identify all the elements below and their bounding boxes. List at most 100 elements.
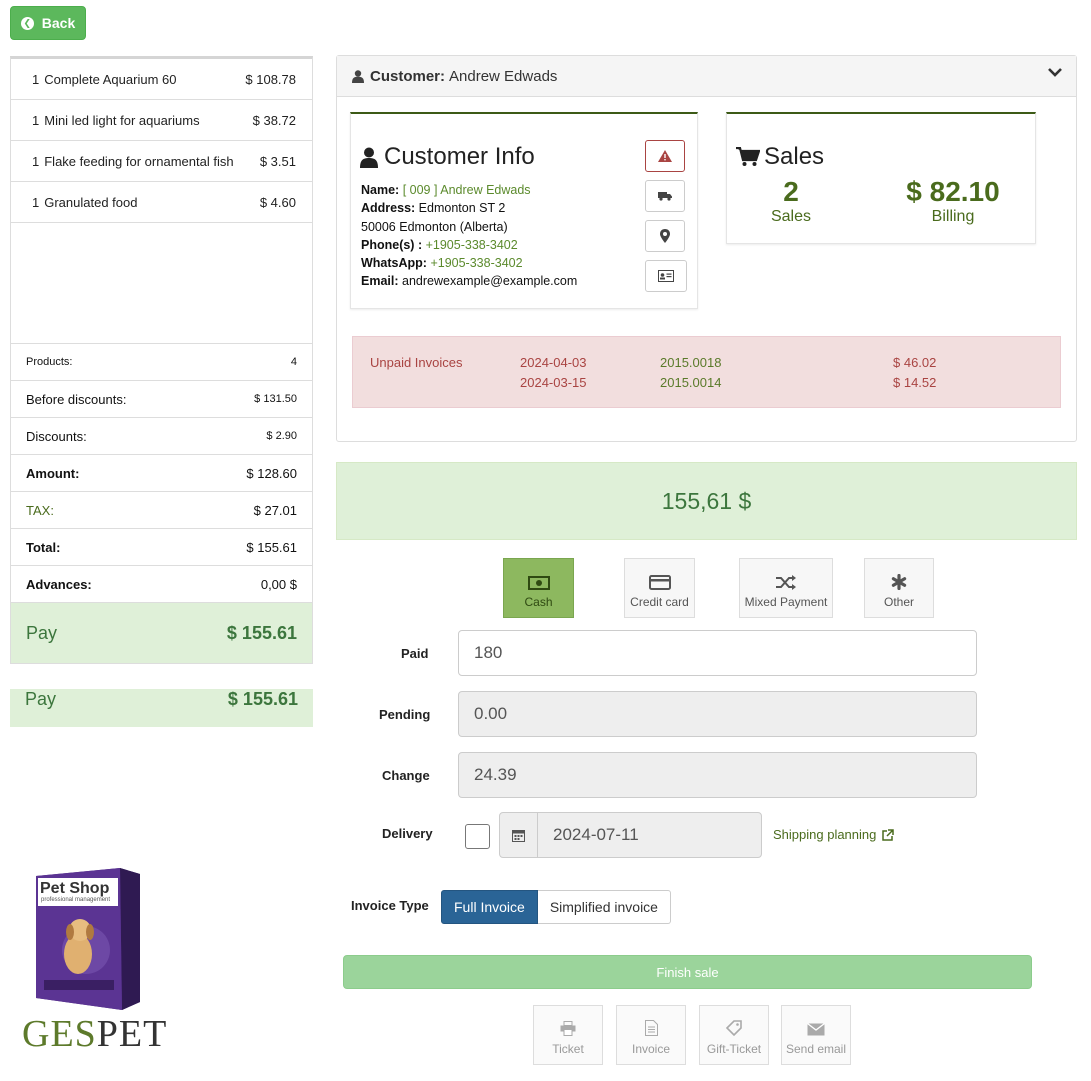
item-qty: 1 — [32, 71, 40, 87]
paid-input[interactable]: 180 — [458, 630, 977, 676]
shuffle-icon — [776, 575, 796, 590]
asterisk-icon — [891, 574, 907, 590]
item-qty: 1 — [32, 153, 40, 169]
invoice-date: 2024-04-03 — [520, 355, 587, 370]
customer-header-label: Customer: — [370, 67, 446, 85]
delivery-date-field[interactable]: 2024-07-11 — [499, 812, 762, 858]
before-discounts-row: Before discounts: $ 131.50 — [11, 381, 312, 418]
pay-row: Pay $ 155.61 — [11, 603, 312, 663]
delivery-button[interactable] — [645, 180, 685, 212]
invoice-date: 2024-03-15 — [520, 375, 587, 390]
discounts-label: Discounts: — [26, 428, 87, 444]
item-qty: 1 — [32, 112, 40, 128]
cart-item[interactable]: 1 Mini led light for aquariums $ 38.72 — [11, 100, 312, 141]
ticket-button[interactable]: Ticket — [533, 1005, 603, 1065]
id-card-button[interactable] — [645, 260, 687, 292]
advances-row: Advances: 0,00 $ — [11, 566, 312, 603]
phone-link[interactable]: +1905-338-3402 — [426, 238, 518, 252]
back-button[interactable]: ❮ Back — [10, 6, 86, 40]
change-label: Change — [382, 768, 430, 783]
customer-info-title: Customer Info — [360, 143, 535, 171]
invoice-type-label: Invoice Type — [351, 898, 429, 913]
sales-count: 2 — [783, 176, 799, 207]
cash-icon — [527, 576, 550, 590]
tax-value: $ 27.01 — [253, 502, 297, 518]
user-icon — [360, 147, 378, 168]
invoice-amount: $ 14.52 — [893, 375, 937, 390]
tax-row: TAX: $ 27.01 — [11, 492, 312, 529]
item-name: Complete Aquarium 60 — [44, 71, 177, 87]
tag-icon — [726, 1020, 742, 1036]
calendar-icon — [500, 813, 538, 857]
change-field: 24.39 — [458, 752, 977, 798]
chevron-left-icon: ❮ — [20, 16, 34, 30]
pay-row-sticky: Pay $ 155.61 — [10, 689, 313, 727]
invoice-type-toggle: Full Invoice Simplified invoice — [441, 890, 671, 924]
amount-row: Amount: $ 128.60 — [11, 455, 312, 492]
invoice-number[interactable]: 2015.0014 — [660, 375, 721, 390]
payment-method-mixed[interactable]: Mixed Payment — [739, 558, 833, 618]
shipping-planning-link[interactable]: Shipping planning — [773, 827, 895, 842]
tax-label: TAX: — [26, 502, 54, 518]
discounts-row: Discounts: $ 2.90 — [11, 418, 312, 455]
customer-name-link[interactable]: [ 009 ] Andrew Edwads — [403, 183, 531, 197]
envelope-icon — [807, 1023, 825, 1036]
pay-label: Pay — [26, 622, 58, 643]
item-name: Flake feeding for ornamental fish — [44, 153, 234, 169]
total-value: $ 155.61 — [246, 539, 297, 555]
printer-icon — [560, 1021, 576, 1036]
cart-items-list: 1 Complete Aquarium 60 $ 108.78 1 Mini led… — [10, 56, 313, 344]
paid-label: Paid — [401, 646, 429, 661]
amount-value: $ 128.60 — [246, 465, 297, 481]
delivery-date-value: 2024-07-11 — [553, 825, 639, 844]
sales-title: Sales — [736, 143, 824, 171]
payment-method-credit-card[interactable]: Credit card — [624, 558, 695, 618]
shopping-cart-icon — [736, 147, 760, 166]
cart-item[interactable]: 1 Flake feeding for ornamental fish $ 3.5… — [11, 141, 312, 182]
delivery-checkbox[interactable] — [465, 824, 490, 849]
invoice-button[interactable]: Invoice — [616, 1005, 686, 1065]
whatsapp-link[interactable]: +1905-338-3402 — [430, 256, 522, 270]
item-price: $ 108.78 — [245, 71, 296, 87]
item-price: $ 4.60 — [259, 194, 296, 210]
customer-header-name: Andrew Edwads — [449, 67, 558, 85]
chevron-down-icon[interactable] — [1048, 68, 1062, 78]
pay-value: $ 155.61 — [226, 622, 297, 643]
invoice-number[interactable]: 2015.0018 — [660, 355, 721, 370]
simplified-invoice-button[interactable]: Simplified invoice — [537, 890, 671, 924]
advances-value: 0,00 $ — [260, 576, 297, 592]
products-row: Products: 4 — [11, 344, 312, 381]
unpaid-invoices-alert: Unpaid Invoices 2024-04-03 2015.0018 $ 4… — [352, 336, 1061, 408]
gift-ticket-button[interactable]: Gift-Ticket — [699, 1005, 769, 1065]
before-discounts-value: $ 131.50 — [254, 393, 297, 405]
document-icon — [644, 1020, 658, 1036]
pending-label: Pending — [379, 707, 431, 722]
item-price: $ 3.51 — [259, 153, 296, 169]
full-invoice-button[interactable]: Full Invoice — [441, 890, 538, 924]
totals-summary: Products: 4 Before discounts: $ 131.50 D… — [10, 343, 313, 664]
pay-label: Pay — [25, 689, 57, 709]
finish-sale-button[interactable]: Finish sale — [343, 955, 1032, 989]
before-discounts-label: Before discounts: — [26, 391, 127, 407]
customer-panel-header[interactable]: Customer: Andrew Edwads — [337, 56, 1076, 97]
back-label: Back — [41, 15, 76, 31]
billing-value: $ 82.10 — [906, 176, 1000, 207]
billing-stat: $ 82.10 Billing — [893, 176, 1013, 226]
customer-details: Name: [ 009 ] Andrew Edwads Address: Edm… — [361, 183, 578, 289]
delivery-label: Delivery — [382, 826, 433, 841]
map-button[interactable] — [645, 220, 685, 252]
sales-count-stat: 2 Sales — [750, 176, 832, 226]
warning-button[interactable] — [645, 140, 685, 172]
cart-item[interactable]: 1 Complete Aquarium 60 $ 108.78 — [11, 59, 312, 100]
billing-label: Billing — [931, 208, 975, 225]
payment-method-cash[interactable]: Cash — [503, 558, 574, 618]
unpaid-invoices-label: Unpaid Invoices — [370, 355, 463, 370]
item-price: $ 38.72 — [252, 112, 296, 128]
item-name: Mini led light for aquariums — [44, 112, 200, 128]
send-email-button[interactable]: Send email — [781, 1005, 851, 1065]
payment-method-other[interactable]: Other — [864, 558, 934, 618]
logo-box-title: Pet Shop — [40, 880, 110, 897]
cart-item[interactable]: 1 Granulated food $ 4.60 — [11, 182, 312, 223]
sales-count-label: Sales — [770, 208, 812, 225]
credit-card-icon — [648, 575, 671, 590]
